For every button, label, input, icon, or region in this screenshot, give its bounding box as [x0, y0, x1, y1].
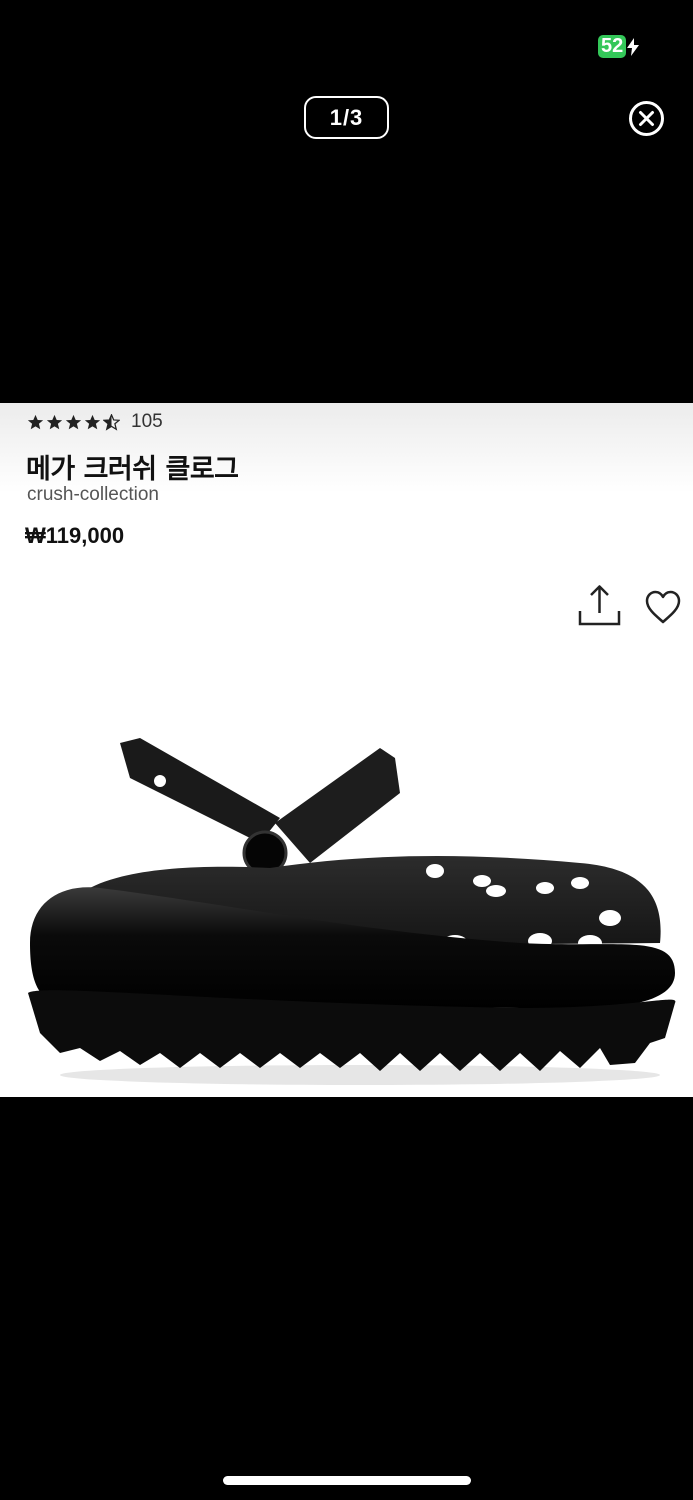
star-icon [84, 414, 101, 429]
battery-level: 52 [598, 35, 627, 58]
image-counter: 1/3 [304, 96, 389, 139]
status-bar: 52 [0, 0, 693, 90]
home-indicator[interactable] [223, 1476, 471, 1485]
product-collection: crush-collection [27, 484, 159, 505]
star-half-icon [103, 413, 120, 431]
star-icon [65, 414, 82, 429]
rating-row: 105 [27, 411, 163, 433]
clog-shoe-image [28, 738, 676, 1085]
star-icon [27, 414, 44, 429]
share-icon [578, 585, 621, 626]
battery-indicator: 52 [598, 35, 640, 58]
bolt-icon [627, 37, 640, 56]
product-price: ₩119,000 [25, 523, 125, 548]
product-screenshot-image: 105 메가 크러쉬 클로그 crush-collection ₩119,000 [0, 403, 693, 1097]
heart-outline-icon [645, 590, 681, 624]
star-icon [46, 414, 63, 429]
star-rating [27, 413, 122, 431]
review-count: 105 [131, 411, 163, 432]
product-title: 메가 크러쉬 클로그 [26, 454, 239, 485]
close-icon[interactable] [628, 100, 665, 137]
